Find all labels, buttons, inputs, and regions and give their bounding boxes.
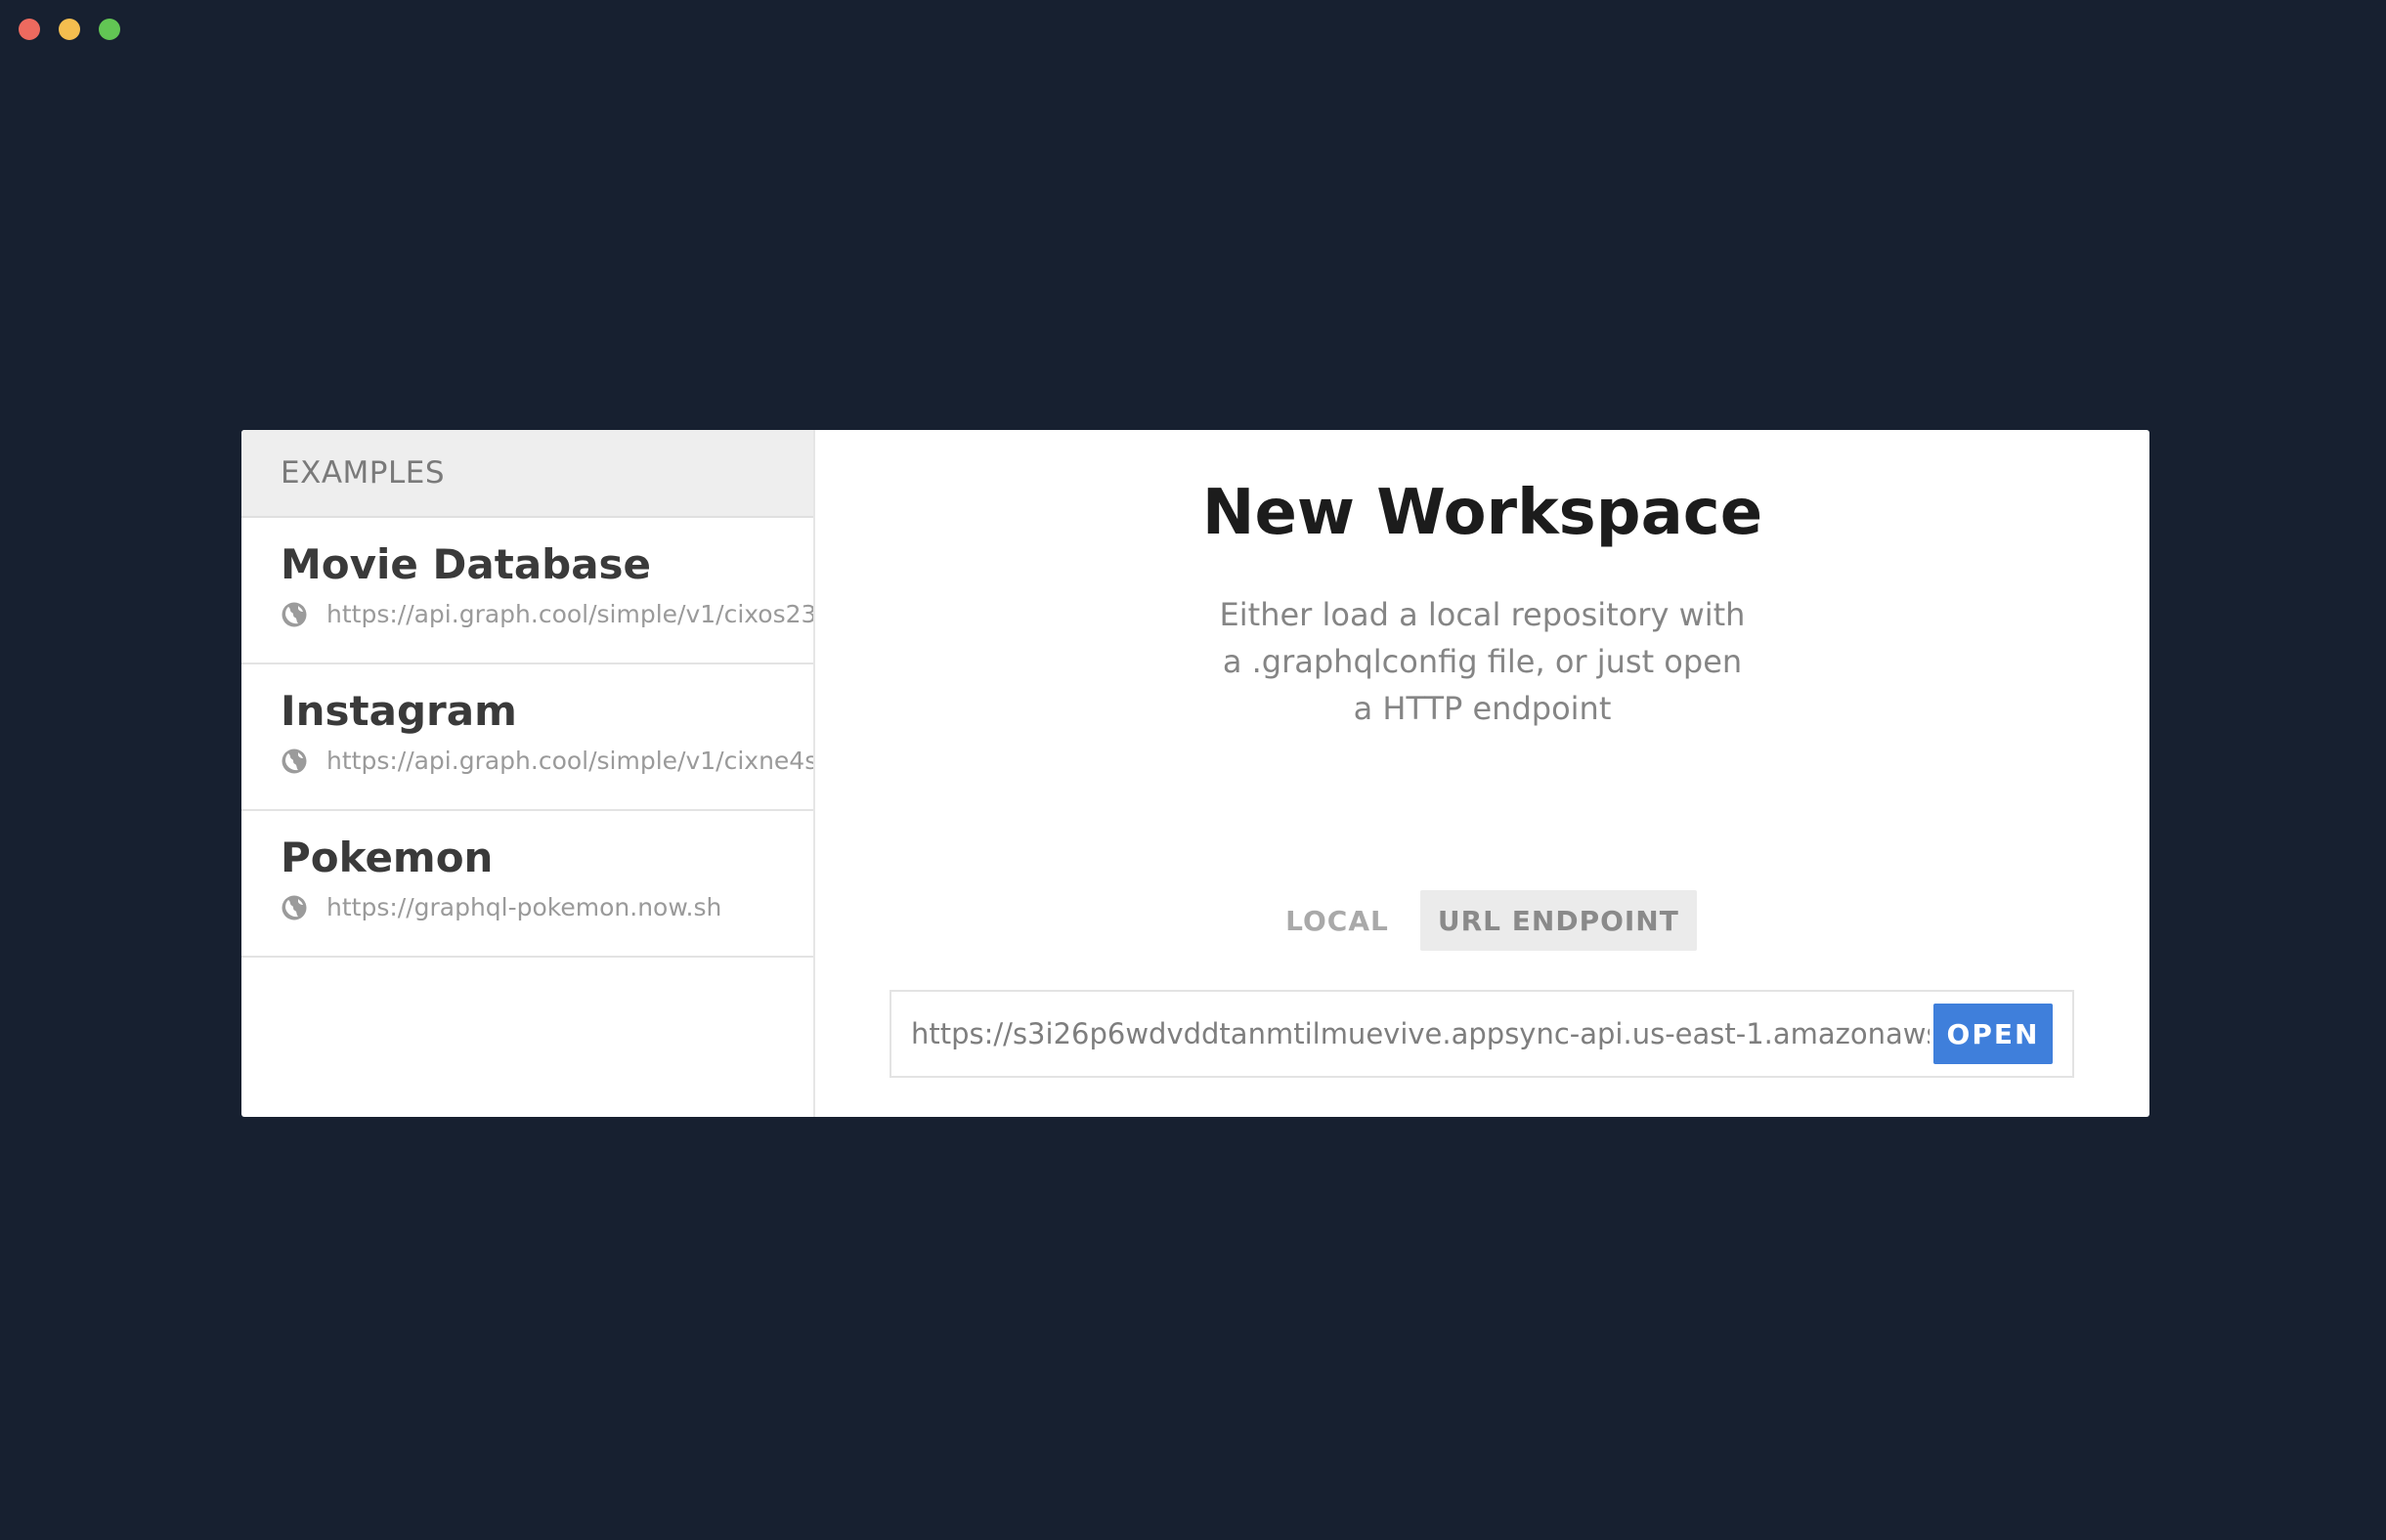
workspace-panel: New Workspace Either load a local reposi…	[815, 430, 2149, 1117]
page-subtitle: Either load a local repository with a .g…	[1219, 596, 1746, 727]
example-url-row: https://api.graph.cool/simple/v1/cixne4s…	[281, 747, 813, 775]
example-url: https://api.graph.cool/simple/v1/cixos23…	[326, 600, 813, 628]
endpoint-field: OPEN	[889, 990, 2074, 1078]
example-title: Pokemon	[281, 834, 494, 881]
example-url-row: https://graphql-pokemon.now.sh	[281, 893, 813, 921]
new-workspace-dialog: EXAMPLES Movie Database https://api.grap…	[241, 430, 2149, 1117]
example-url-row: https://api.graph.cool/simple/v1/cixos23…	[281, 600, 813, 628]
example-title: Movie Database	[281, 540, 652, 588]
tab-local[interactable]: LOCAL	[1268, 890, 1407, 951]
open-button[interactable]: OPEN	[1933, 1004, 2053, 1064]
example-title: Instagram	[281, 687, 517, 735]
mode-tabs: LOCAL URL ENDPOINT	[815, 890, 2149, 951]
examples-header: EXAMPLES	[241, 430, 813, 518]
example-pokemon[interactable]: Pokemon https://graphql-pokemon.now.sh	[241, 811, 813, 958]
close-window-button[interactable]	[19, 19, 40, 40]
example-url: https://graphql-pokemon.now.sh	[326, 893, 722, 921]
globe-icon	[282, 895, 307, 920]
endpoint-url-input[interactable]	[911, 1017, 1930, 1050]
example-url: https://api.graph.cool/simple/v1/cixne4s…	[326, 747, 813, 775]
globe-icon	[282, 602, 307, 626]
globe-icon	[282, 749, 307, 773]
page-title: New Workspace	[1201, 477, 1763, 549]
maximize-window-button[interactable]	[99, 19, 120, 40]
tab-url-endpoint[interactable]: URL ENDPOINT	[1419, 890, 1697, 951]
example-movie-database[interactable]: Movie Database https://api.graph.cool/si…	[241, 518, 813, 664]
example-instagram[interactable]: Instagram https://api.graph.cool/simple/…	[241, 664, 813, 811]
examples-sidebar: EXAMPLES Movie Database https://api.grap…	[241, 430, 815, 1117]
minimize-window-button[interactable]	[59, 19, 80, 40]
window-controls	[19, 19, 120, 40]
